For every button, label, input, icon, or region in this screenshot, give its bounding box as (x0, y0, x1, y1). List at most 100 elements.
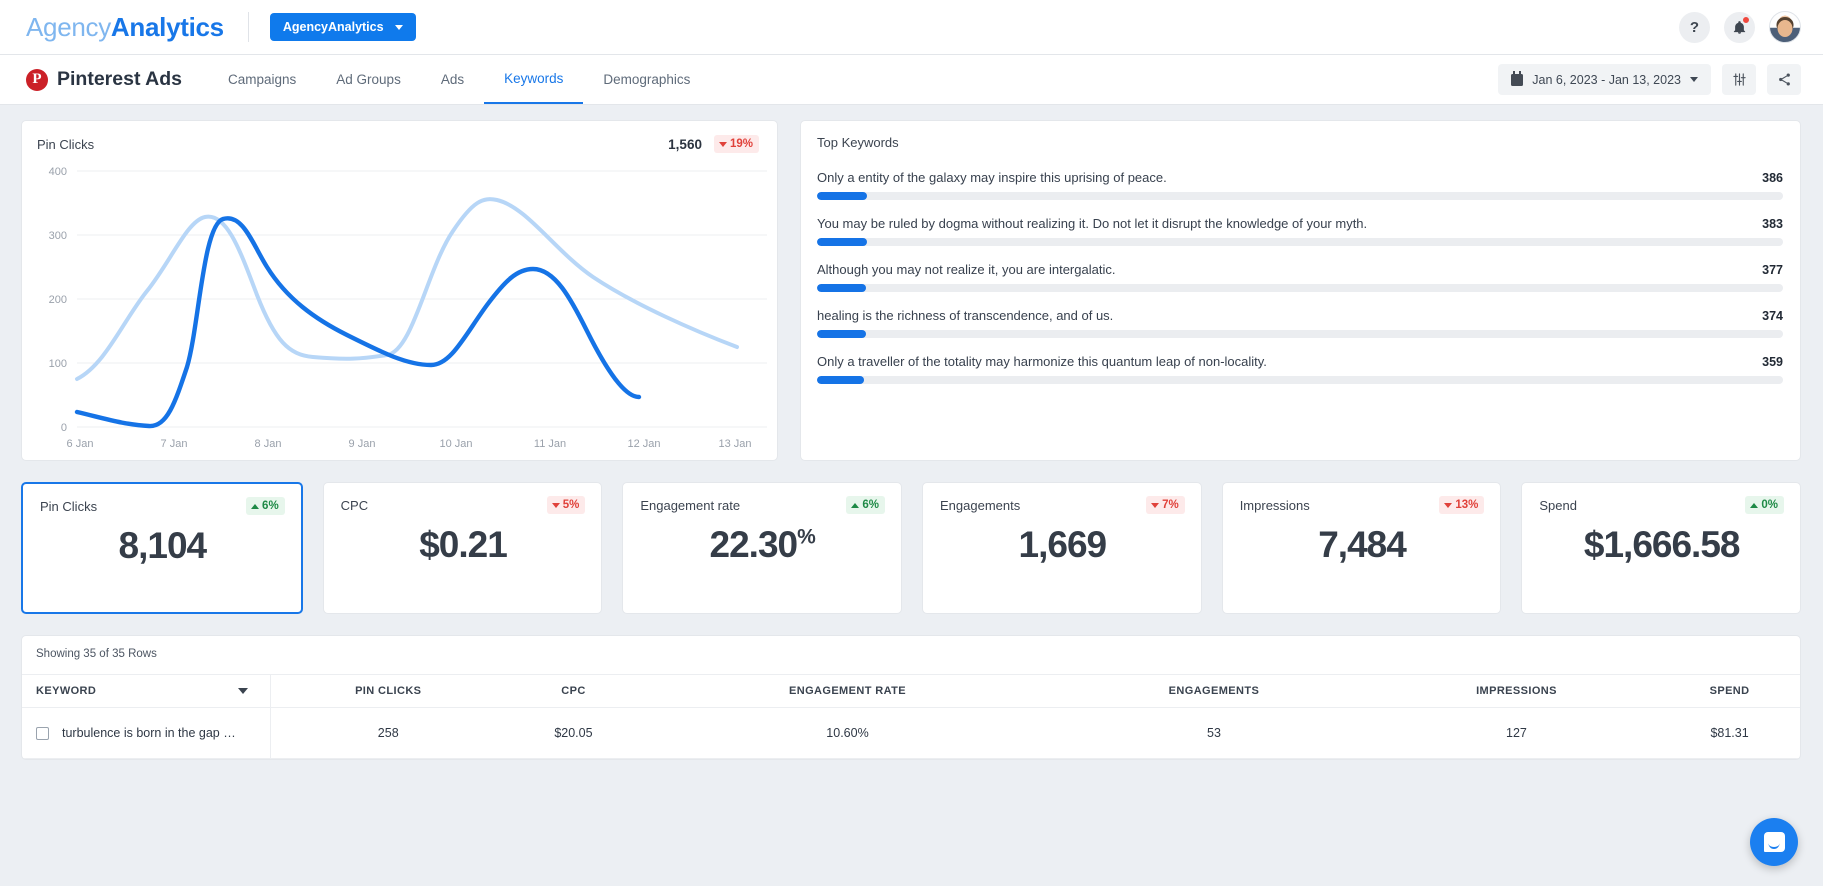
kpi-card-engagement-rate[interactable]: Engagement rate 6% 22.30% (622, 482, 902, 614)
svg-text:7 Jan: 7 Jan (161, 438, 188, 449)
user-avatar[interactable] (1769, 11, 1801, 43)
messenger-launcher-button[interactable] (1750, 818, 1798, 866)
keyword-value: 383 (1762, 217, 1783, 231)
keyword-progress-track (817, 330, 1783, 338)
help-button[interactable]: ? (1679, 12, 1710, 43)
kpi-change-value: 5% (563, 499, 580, 511)
keyword-bar-item: Only a traveller of the totality may har… (817, 354, 1783, 384)
keyword-progress-fill (817, 330, 866, 338)
kpi-value: 8,104 (40, 527, 285, 564)
keyword-progress-fill (817, 284, 866, 292)
keyword-progress-fill (817, 376, 864, 384)
svg-text:9 Jan: 9 Jan (349, 438, 376, 449)
tab-campaigns[interactable]: Campaigns (208, 55, 316, 104)
svg-text:11 Jan: 11 Jan (534, 438, 566, 449)
keyword-progress-track (817, 192, 1783, 200)
triangle-down-icon (552, 503, 560, 508)
kpi-value: 22.30% (640, 526, 885, 563)
kpi-label: Impressions (1240, 498, 1310, 513)
table-body: turbulence is born in the gap … 258 $20.… (22, 708, 1800, 759)
svg-text:13 Jan: 13 Jan (718, 438, 751, 449)
kpi-change-value: 6% (862, 499, 879, 511)
nav-tabs: Campaigns Ad Groups Ads Keywords Demogra… (208, 55, 710, 104)
column-header-keyword[interactable]: KEYWORD (22, 675, 270, 708)
cell-keyword-text: turbulence is born in the gap … (62, 726, 236, 740)
column-header-engagements[interactable]: ENGAGEMENTS (1054, 675, 1374, 708)
kpi-label: CPC (341, 498, 368, 513)
chart-summary: 1,560 19% (668, 135, 759, 153)
keywords-table-card: Showing 35 of 35 Rows KEYWORD PIN CLICKS… (21, 635, 1801, 760)
kpi-label: Spend (1539, 498, 1577, 513)
kpi-cards-row: Pin Clicks 6% 8,104 CPC 5% $0.21 Engagem… (21, 482, 1801, 614)
keyword-label: healing is the richness of transcendence… (817, 308, 1113, 323)
column-header-impressions[interactable]: IMPRESSIONS (1374, 675, 1659, 708)
kpi-change-value: 13% (1455, 499, 1478, 511)
settings-sliders-icon (1732, 72, 1747, 87)
logo-text-analytics: Analytics (111, 12, 224, 42)
tab-keywords[interactable]: Keywords (484, 55, 583, 104)
notifications-button[interactable] (1724, 12, 1755, 43)
main-content: Pin Clicks 1,560 19% (0, 105, 1823, 760)
column-header-engagement-rate[interactable]: ENGAGEMENT RATE (641, 675, 1054, 708)
keyword-bar-item: healing is the richness of transcendence… (817, 308, 1783, 338)
triangle-down-icon (1151, 503, 1159, 508)
chart-plot-area: 400 300 200 100 0 6 Jan 7 Jan 8 Jan (35, 159, 765, 454)
top-widgets-row: Pin Clicks 1,560 19% (21, 120, 1801, 461)
keyword-label: You may be ruled by dogma without realiz… (817, 216, 1367, 231)
kpi-card-cpc[interactable]: CPC 5% $0.21 (323, 482, 603, 614)
svg-text:200: 200 (49, 294, 67, 306)
table-row-count: Showing 35 of 35 Rows (22, 648, 1800, 674)
cell-cpc: $20.05 (506, 708, 641, 759)
kpi-card-impressions[interactable]: Impressions 13% 7,484 (1222, 482, 1502, 614)
sub-navigation-bar: P Pinterest Ads Campaigns Ad Groups Ads … (0, 55, 1823, 105)
kpi-value: $0.21 (341, 526, 586, 563)
tab-demographics[interactable]: Demographics (583, 55, 710, 104)
keyword-value: 386 (1762, 171, 1783, 185)
date-range-picker[interactable]: Jan 6, 2023 - Jan 13, 2023 (1498, 64, 1711, 95)
chart-series-current (77, 218, 639, 426)
pinterest-glyph: P (32, 72, 41, 87)
logo-text-agency: Agency (26, 12, 111, 42)
account-switcher-label: AgencyAnalytics (283, 20, 384, 34)
account-switcher-button[interactable]: AgencyAnalytics (270, 13, 416, 41)
sort-descending-icon[interactable] (238, 688, 248, 694)
svg-text:300: 300 (49, 230, 67, 242)
table-header: KEYWORD PIN CLICKS CPC ENGAGEMENT RATE E… (22, 675, 1800, 708)
report-settings-button[interactable] (1722, 64, 1756, 95)
column-header-cpc[interactable]: CPC (506, 675, 641, 708)
kpi-card-pin-clicks[interactable]: Pin Clicks 6% 8,104 (21, 482, 303, 614)
tab-ads[interactable]: Ads (421, 55, 484, 104)
kpi-value: $1,666.58 (1539, 526, 1784, 563)
kpi-change-badge: 7% (1146, 496, 1185, 514)
kpi-label: Engagements (940, 498, 1020, 513)
tab-ad-groups[interactable]: Ad Groups (316, 55, 421, 104)
share-button[interactable] (1767, 64, 1801, 95)
kpi-card-spend[interactable]: Spend 0% $1,666.58 (1521, 482, 1801, 614)
svg-text:0: 0 (61, 422, 67, 434)
cell-spend: $81.31 (1659, 708, 1800, 759)
chart-series-previous (77, 199, 737, 379)
keyword-value: 359 (1762, 355, 1783, 369)
chevron-down-icon (1690, 77, 1698, 82)
chevron-down-icon (395, 25, 403, 30)
top-bar-actions: ? (1679, 11, 1801, 43)
question-mark-icon: ? (1690, 19, 1699, 36)
keyword-bar-item: You may be ruled by dogma without realiz… (817, 216, 1783, 246)
keywords-table: KEYWORD PIN CLICKS CPC ENGAGEMENT RATE E… (22, 674, 1800, 759)
keyword-progress-track (817, 376, 1783, 384)
kpi-card-engagements[interactable]: Engagements 7% 1,669 (922, 482, 1202, 614)
line-chart-svg: 400 300 200 100 0 6 Jan 7 Jan 8 Jan (35, 159, 767, 449)
table-header-row: KEYWORD PIN CLICKS CPC ENGAGEMENT RATE E… (22, 675, 1800, 708)
table-row[interactable]: turbulence is born in the gap … 258 $20.… (22, 708, 1800, 759)
column-header-spend[interactable]: SPEND (1659, 675, 1800, 708)
chart-total-value: 1,560 (668, 137, 702, 152)
svg-text:100: 100 (49, 358, 67, 370)
row-select-checkbox[interactable] (36, 727, 49, 740)
app-logo[interactable]: AgencyAnalytics (26, 12, 224, 43)
kpi-value-number: 22.30 (710, 524, 798, 565)
kpi-change-value: 7% (1162, 499, 1179, 511)
page-title: Pinterest Ads (57, 68, 182, 91)
column-header-pin-clicks[interactable]: PIN CLICKS (270, 675, 506, 708)
kpi-change-badge: 0% (1745, 496, 1784, 514)
triangle-up-icon (251, 504, 259, 509)
